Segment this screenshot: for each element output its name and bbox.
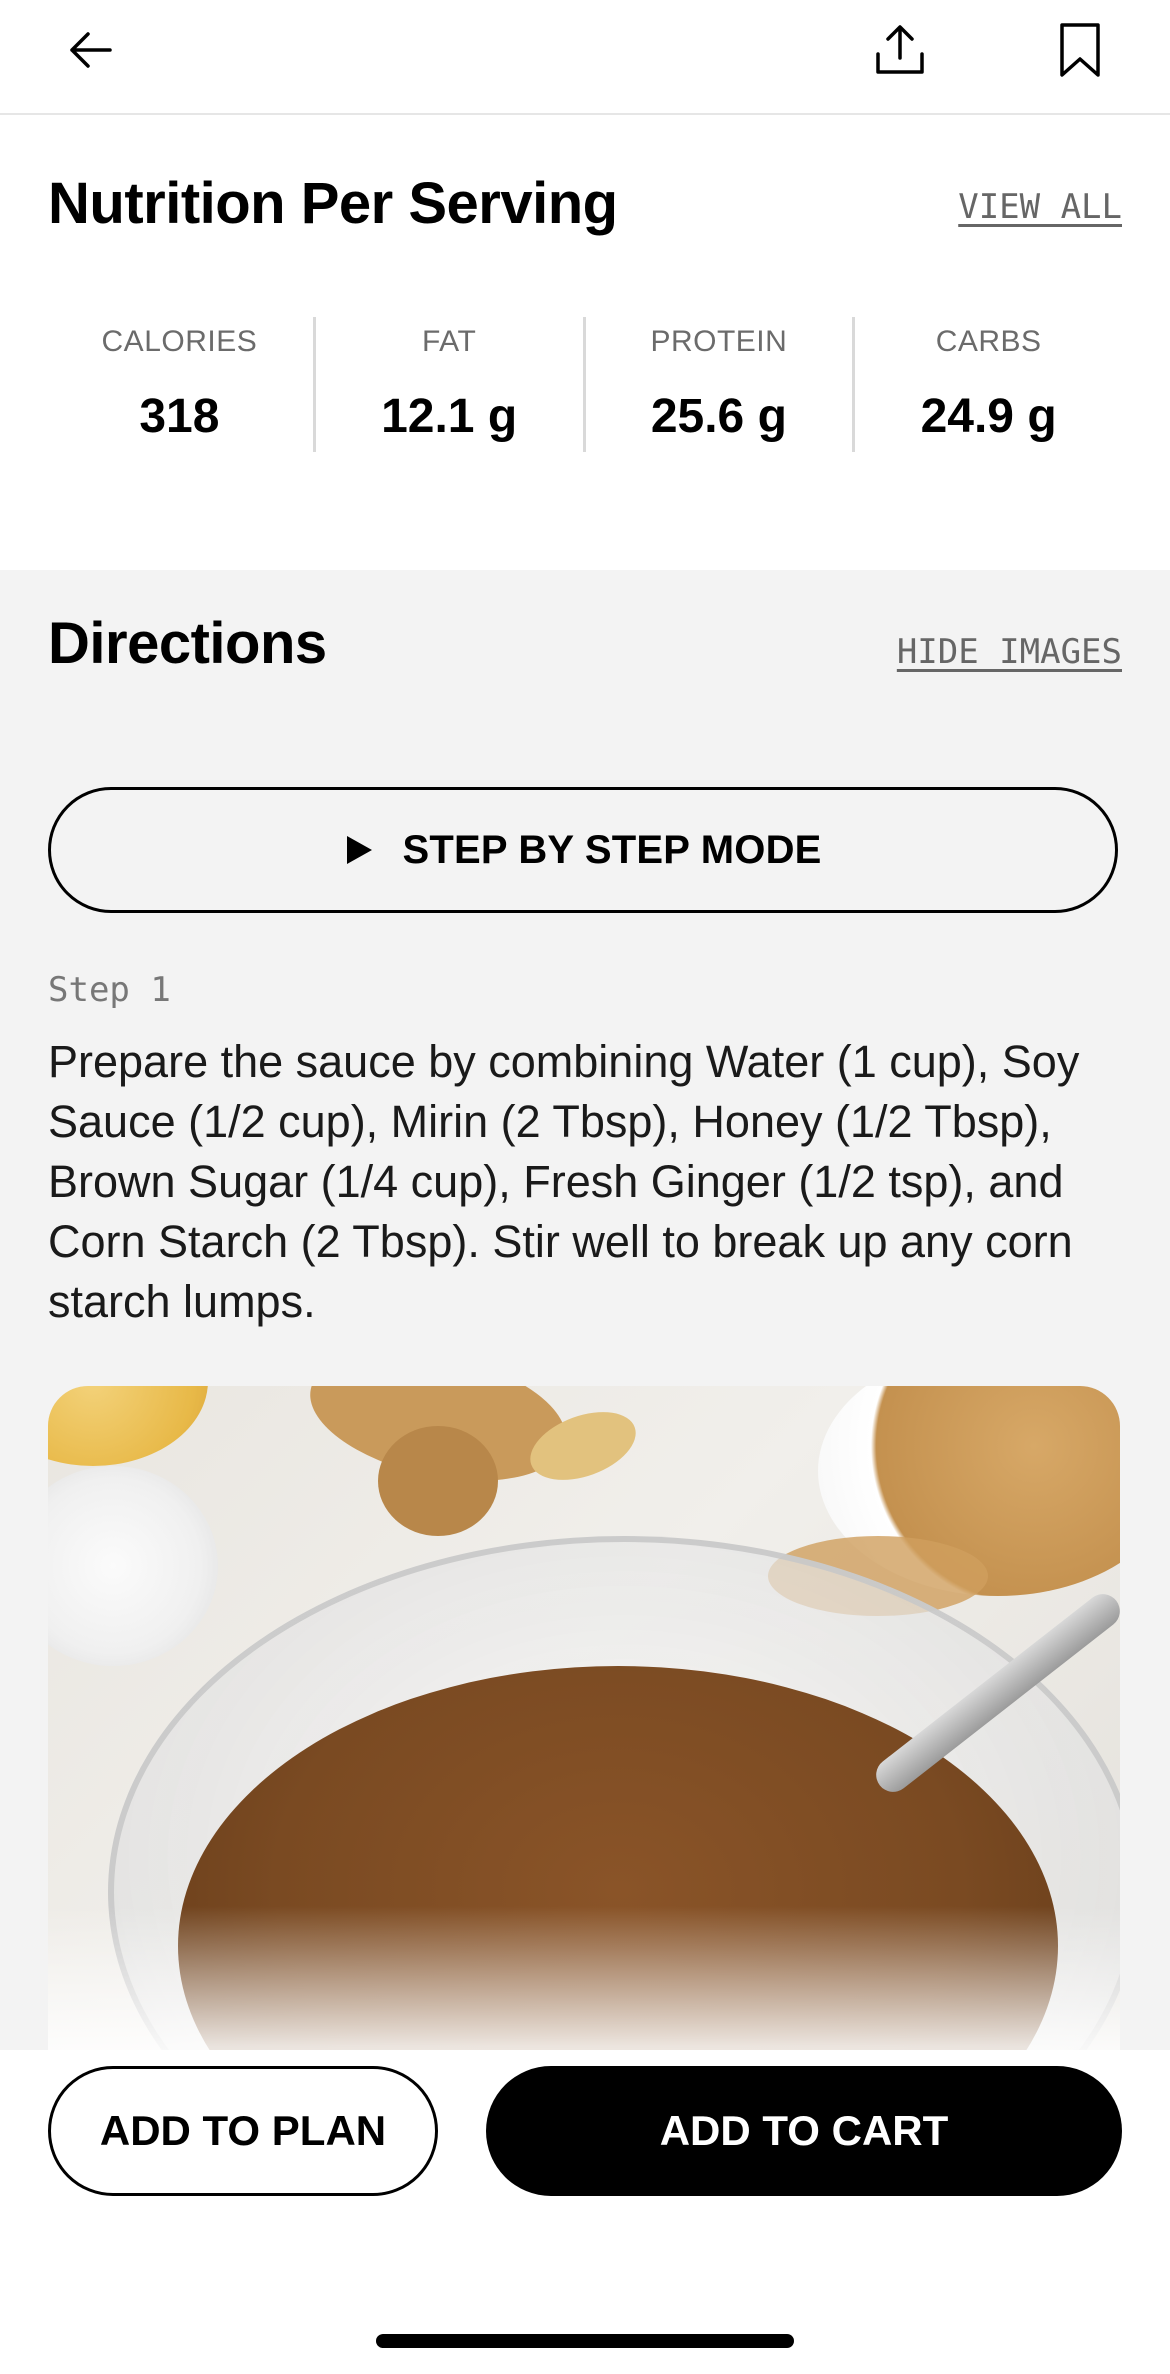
nutrition-stat-label: FAT: [421, 325, 477, 358]
step-by-step-mode-label: STEP BY STEP MODE: [402, 827, 822, 872]
home-indicator[interactable]: [376, 2334, 794, 2348]
nutrition-stat-value: 318: [139, 390, 220, 443]
back-button[interactable]: [58, 18, 122, 82]
nutrition-stat-calories: CALORIES 318: [46, 317, 316, 452]
step-by-step-mode-button[interactable]: STEP BY STEP MODE: [48, 787, 1118, 913]
nutrition-section: Nutrition Per Serving VIEW ALL CALORIES …: [0, 115, 1170, 570]
nutrition-stat-carbs: CARBS 24.9 g: [855, 317, 1122, 452]
nutrition-stat-label: CALORIES: [101, 325, 258, 358]
step-photo-sauce-bowl: [48, 1386, 1120, 2106]
nutrition-stat-label: PROTEIN: [650, 325, 788, 358]
bookmark-button[interactable]: [1048, 18, 1112, 82]
nutrition-stat-protein: PROTEIN 25.6 g: [586, 317, 856, 452]
nutrition-stat-value: 25.6 g: [650, 390, 787, 443]
nutrition-stat-value: 24.9 g: [920, 390, 1057, 443]
nutrition-stats: CALORIES 318 FAT 12.1 g PROTEIN 25.6 g C…: [46, 317, 1122, 452]
hide-images-link[interactable]: HIDE IMAGES: [897, 632, 1122, 672]
top-navigation-bar: [0, 0, 1170, 115]
nutrition-stat-value: 12.1 g: [381, 390, 518, 443]
nutrition-stat-label: CARBS: [935, 325, 1042, 358]
step-number: Step 1: [48, 970, 171, 1010]
add-to-plan-button[interactable]: ADD TO PLAN: [48, 2066, 438, 2196]
nutrition-stat-fat: FAT 12.1 g: [316, 317, 586, 452]
add-to-cart-button[interactable]: ADD TO CART: [486, 2066, 1122, 2196]
step-instructions: Prepare the sauce by combining Water (1 …: [48, 1036, 1080, 1327]
view-all-link[interactable]: VIEW ALL: [958, 187, 1122, 227]
nutrition-title: Nutrition Per Serving: [48, 171, 618, 236]
play-icon: [347, 836, 373, 864]
arrow-left-icon: [70, 32, 112, 68]
share-upload-icon: [876, 25, 924, 74]
directions-title: Directions: [48, 611, 327, 676]
bottom-action-bar: ADD TO PLAN ADD TO CART: [0, 2050, 1170, 2374]
share-button[interactable]: [868, 18, 932, 82]
bookmark-icon: [1060, 23, 1100, 77]
